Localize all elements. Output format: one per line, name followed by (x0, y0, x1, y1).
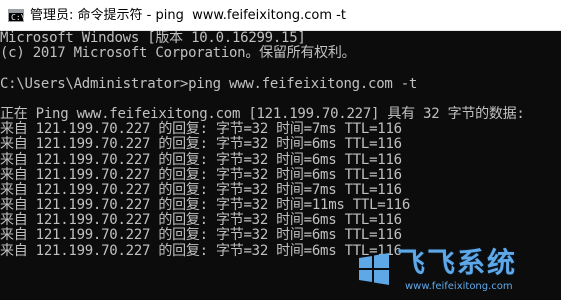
console-line: 来自 121.199.70.227 的回复: 字节=32 时间=6ms TTL=… (0, 136, 402, 153)
console-line: 来自 121.199.70.227 的回复: 字节=32 时间=6ms TTL=… (0, 227, 402, 244)
console-line: 来自 121.199.70.227 的回复: 字节=32 时间=6ms TTL=… (0, 151, 402, 168)
watermark-brand: 飞飞系统 (397, 246, 518, 279)
console-line: (c) 2017 Microsoft Corporation。保留所有权利。 (0, 45, 356, 62)
windows-logo-icon (359, 253, 389, 285)
cmd-icon: C:\ (8, 8, 25, 22)
console-line: Microsoft Windows [版本 10.0.16299.15] (0, 31, 306, 46)
console-line: 来自 121.199.70.227 的回复: 字节=32 时间=7ms TTL=… (0, 181, 402, 198)
console-line: 正在 Ping www.feifeixitong.com [121.199.70… (0, 105, 525, 122)
console-line: C:\Users\Administrator>ping www.feifeixi… (0, 75, 418, 92)
watermark: 飞飞系统 www.feifeixitong.com (357, 246, 557, 296)
window-title: 管理员: 命令提示符 - ping www.feifeixitong.com -… (30, 7, 346, 23)
console-line: 来自 121.199.70.227 的回复: 字节=32 时间=11ms TTL… (0, 197, 411, 214)
watermark-url: www.feifeixitong.com (405, 281, 513, 292)
console-line: 来自 121.199.70.227 的回复: 字节=32 时间=6ms TTL=… (0, 166, 402, 183)
title-bar[interactable]: C:\ 管理员: 命令提示符 - ping www.feifeixitong.c… (0, 0, 561, 31)
